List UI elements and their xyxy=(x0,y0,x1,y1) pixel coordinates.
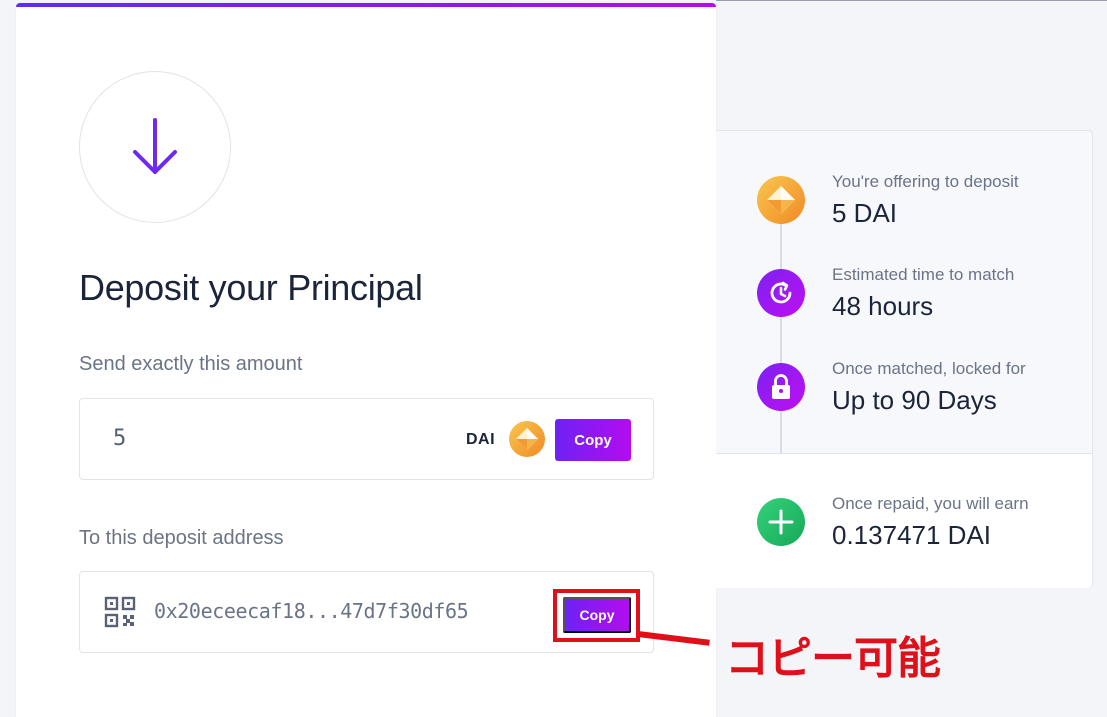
copy-address-button[interactable]: Copy xyxy=(563,597,631,633)
summary-lock-value: Up to 90 Days xyxy=(832,385,997,415)
summary-deposit-label: You're offering to deposit xyxy=(832,172,1019,191)
deposit-address: 0x20eceecaf18...47d7f30df65 xyxy=(154,599,469,623)
summary-timeline xyxy=(780,201,782,453)
summary-earn-label: Once repaid, you will earn xyxy=(832,494,1029,513)
amount-label: Send exactly this amount xyxy=(79,353,303,375)
summary-lock-label: Once matched, locked for xyxy=(832,359,1026,378)
summary-time-value: 48 hours xyxy=(832,291,934,321)
amount-field: 5 DAI Copy xyxy=(79,398,654,480)
clock-icon xyxy=(756,268,806,318)
page-title: Deposit your Principal xyxy=(79,267,423,308)
dai-coin-icon xyxy=(756,175,806,225)
qr-code-icon[interactable] xyxy=(104,596,136,628)
plus-icon xyxy=(756,497,806,547)
copy-amount-button[interactable]: Copy xyxy=(555,419,631,461)
address-label: To this deposit address xyxy=(79,527,284,549)
currency-label: DAI xyxy=(466,431,496,448)
top-divider xyxy=(716,0,1107,1)
card-accent-bar xyxy=(16,3,716,7)
lock-icon xyxy=(756,362,806,412)
annotation-note: コピー可能 xyxy=(725,633,941,684)
summary-time-label: Estimated time to match xyxy=(832,265,1015,284)
summary-earn-value: 0.137471 DAI xyxy=(832,520,992,550)
deposit-icon-circle xyxy=(79,71,231,223)
arrow-down-icon xyxy=(133,118,177,174)
summary-deposit-value: 5 DAI xyxy=(832,198,898,228)
amount-value: 5 xyxy=(113,426,127,451)
dai-coin-icon xyxy=(509,421,545,457)
summary-panel: You're offering to deposit 5 DAI Estimat… xyxy=(716,130,1093,588)
